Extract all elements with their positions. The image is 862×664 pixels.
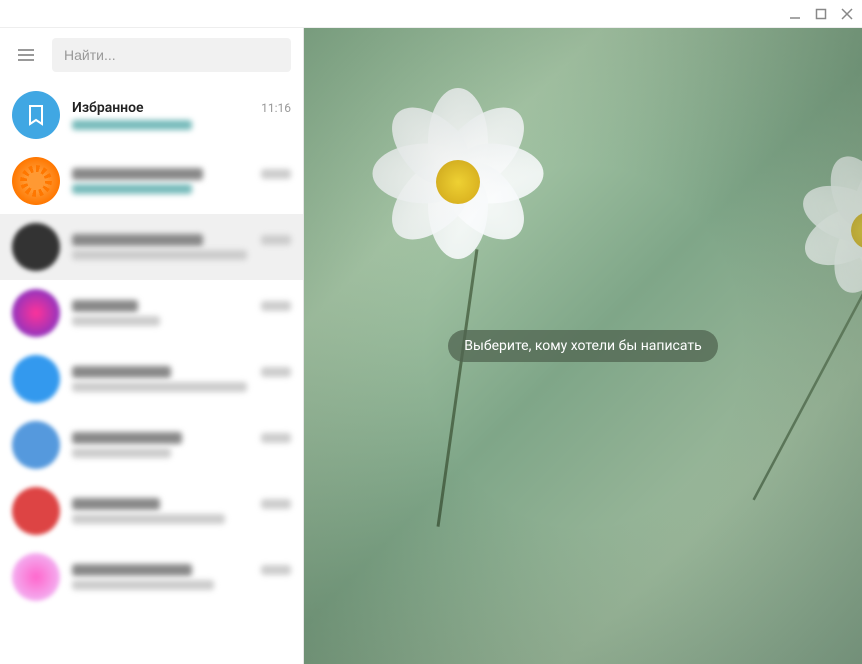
chat-title-blurred (72, 234, 203, 246)
chat-time-blurred (261, 367, 291, 377)
chat-content (72, 432, 291, 458)
avatar (12, 223, 60, 271)
content-area: Выберите, кому хотели бы написать (304, 28, 862, 664)
menu-button[interactable] (12, 41, 40, 69)
avatar (12, 355, 60, 403)
avatar (12, 289, 60, 337)
empty-state-message: Выберите, кому хотели бы написать (448, 330, 717, 362)
chat-item[interactable] (0, 346, 303, 412)
chat-time: 11:16 (261, 101, 291, 115)
chat-title-blurred (72, 432, 182, 444)
avatar (12, 487, 60, 535)
chat-time-blurred (261, 565, 291, 575)
chat-item[interactable] (0, 478, 303, 544)
chat-item[interactable] (0, 544, 303, 610)
chat-title-blurred (72, 366, 171, 378)
maximize-button[interactable] (814, 7, 828, 21)
chat-title-blurred (72, 168, 203, 180)
sidebar: Избранное 11:16 (0, 28, 304, 664)
chat-preview-blurred (72, 316, 160, 326)
chat-item[interactable] (0, 148, 303, 214)
chat-preview-blurred (72, 120, 192, 130)
chat-preview-blurred (72, 382, 247, 392)
chat-content: Избранное 11:16 (72, 100, 291, 130)
chat-time-blurred (261, 301, 291, 311)
search-input[interactable] (64, 47, 279, 63)
chat-preview-blurred (72, 514, 225, 524)
sidebar-header (0, 28, 303, 82)
chat-item[interactable] (0, 412, 303, 478)
main-container: Избранное 11:16 (0, 28, 862, 664)
minimize-button[interactable] (788, 7, 802, 21)
chat-title-blurred (72, 498, 160, 510)
chat-time-blurred (261, 433, 291, 443)
chat-content (72, 234, 291, 260)
window-titlebar (0, 0, 862, 28)
chat-preview-blurred (72, 580, 214, 590)
chat-item-saved[interactable]: Избранное 11:16 (0, 82, 303, 148)
chat-preview-blurred (72, 184, 192, 194)
chat-content (72, 498, 291, 524)
chat-preview-blurred (72, 448, 171, 458)
search-box[interactable] (52, 38, 291, 72)
chat-list[interactable]: Избранное 11:16 (0, 82, 303, 664)
chat-time-blurred (261, 169, 291, 179)
chat-time-blurred (261, 235, 291, 245)
chat-item[interactable] (0, 280, 303, 346)
chat-content (72, 300, 291, 326)
chat-item[interactable] (0, 214, 303, 280)
chat-title: Избранное (72, 100, 144, 116)
chat-content (72, 564, 291, 590)
avatar (12, 421, 60, 469)
chat-content (72, 168, 291, 194)
close-button[interactable] (840, 7, 854, 21)
saved-messages-icon (12, 91, 60, 139)
chat-content (72, 366, 291, 392)
hamburger-icon (16, 45, 36, 65)
avatar (12, 553, 60, 601)
chat-title-blurred (72, 564, 192, 576)
chat-preview-blurred (72, 250, 247, 260)
avatar (12, 157, 60, 205)
chat-title-blurred (72, 300, 138, 312)
chat-time-blurred (261, 499, 291, 509)
